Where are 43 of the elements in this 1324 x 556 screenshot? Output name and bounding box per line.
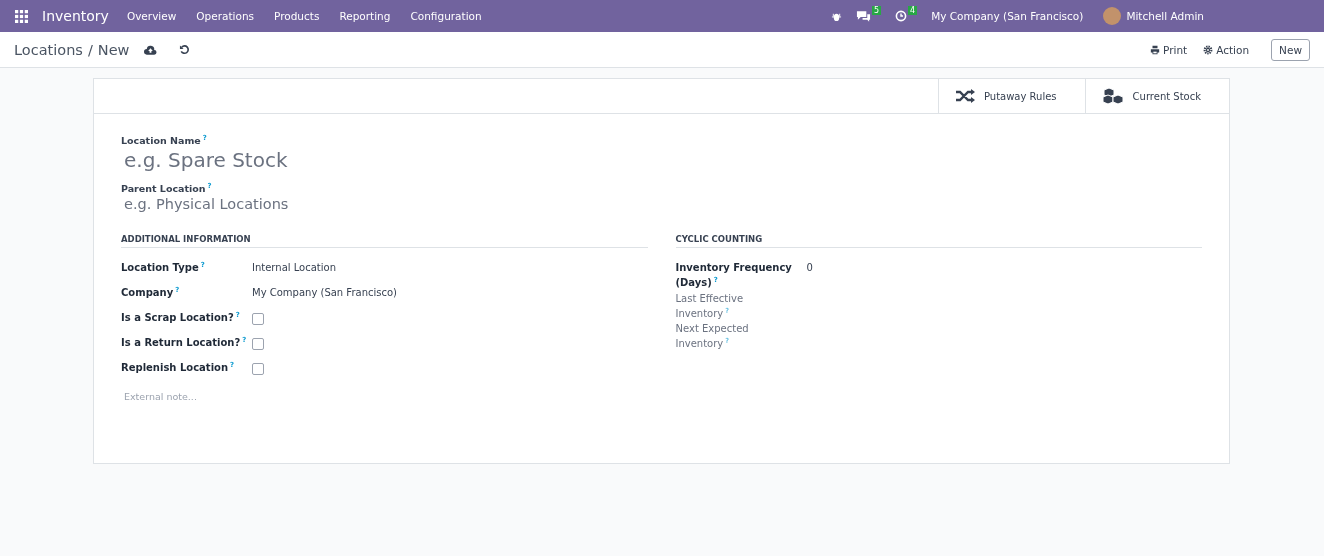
checkbox[interactable] [252, 313, 264, 326]
chat-icon[interactable] [855, 10, 871, 22]
field-label: Parent Location $^{?}$ [121, 182, 213, 195]
clock-icon[interactable] [895, 10, 908, 22]
printer-icon [1150, 44, 1161, 55]
activity-count-badge: 4 [908, 6, 918, 15]
field-value[interactable]: My Company (San Francisco) [252, 285, 397, 299]
field-label: Location Name $^{?}$ [121, 134, 208, 147]
shuffle-arrows-icon [954, 89, 975, 103]
menu-item[interactable]: Configuration [410, 10, 482, 22]
message-count-badge: 5 [871, 6, 882, 15]
section-heading: CYCLIC COUNTING [675, 234, 1202, 249]
apps-menu-icon[interactable] [15, 9, 28, 23]
menu-item[interactable]: Overview [126, 10, 177, 22]
field-label: Inventory Frequency (Days) $^{?}$ [675, 261, 793, 291]
field-label: Location Type $^{?}$ [121, 260, 206, 276]
field-value[interactable]: 0 [806, 260, 813, 274]
checkbox[interactable] [252, 363, 264, 376]
checkbox[interactable] [252, 338, 264, 351]
breadcrumb-link[interactable]: Locations [14, 41, 83, 58]
app-name[interactable]: Inventory [42, 8, 109, 24]
menu-item[interactable]: Reporting [339, 10, 391, 22]
field-label: Is a Scrap Location? $^{?}$ [121, 310, 241, 326]
print-button[interactable]: Print [1150, 43, 1188, 56]
section-heading: ADDITIONAL INFORMATION [121, 234, 648, 249]
field-label: Company $^{?}$ [121, 285, 181, 301]
company-switcher[interactable]: My Company (San Francisco) [931, 10, 1084, 22]
field-label: Last Effective Inventory $^{?}$ [675, 291, 745, 321]
cubes-icon [1101, 87, 1124, 105]
breadcrumb-separator: / [87, 41, 93, 58]
field-label: Is a Return Location? $^{?}$ [121, 335, 248, 351]
new-button[interactable]: New [1271, 38, 1310, 61]
user-name[interactable]: Mitchell Admin [1126, 10, 1204, 22]
field-label: Next Expected Inventory $^{?}$ [675, 321, 750, 352]
cloud-upload-icon[interactable] [144, 44, 158, 55]
undo-icon[interactable] [179, 44, 191, 55]
action-button[interactable]: Action [1203, 43, 1250, 56]
menu-item[interactable]: Operations [196, 10, 255, 22]
breadcrumb-current: New [97, 41, 130, 58]
field-label: Replenish Location $^{?}$ [121, 360, 236, 376]
field-value[interactable]: Internal Location [252, 260, 336, 274]
gear-icon [1203, 44, 1214, 55]
menu-item[interactable]: Products [274, 10, 320, 22]
